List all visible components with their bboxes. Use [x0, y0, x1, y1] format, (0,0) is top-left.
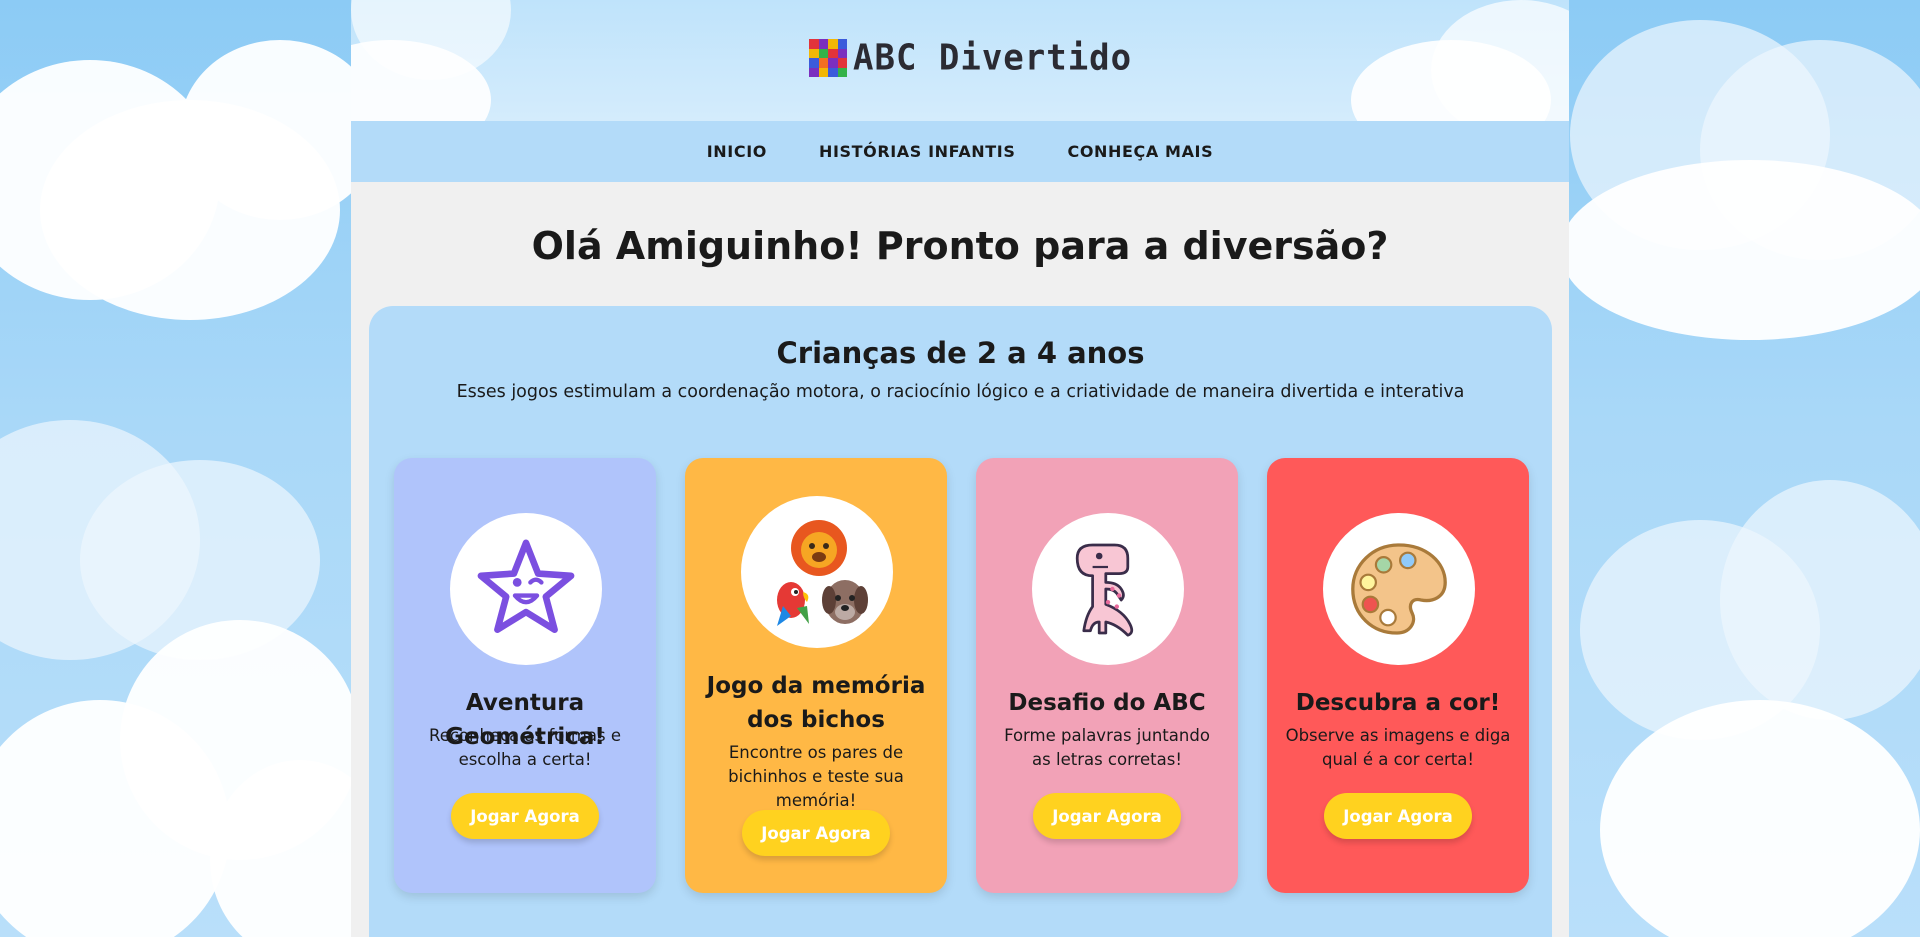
dinosaur-icon [1075, 543, 1134, 637]
game-card-aventura-geometrica: Aventura Geométrica! Reconheça as formas… [394, 458, 656, 893]
logo-text: ABC Divertido [853, 37, 1133, 79]
nav-item-conheca-mais[interactable]: CONHEÇA MAIS [1068, 142, 1214, 161]
star-face-icon [477, 539, 575, 633]
card-icon-circle [741, 496, 893, 648]
card-description: Encontre os pares de bichinhos e teste s… [728, 743, 904, 810]
games-section: Crianças de 2 a 4 anos Esses jogos estim… [369, 306, 1552, 937]
play-button[interactable]: Jogar Agora [1033, 793, 1181, 839]
card-description: Reconheça as formas e escolha a certa! [428, 726, 622, 769]
animals-icon [777, 520, 868, 626]
site-logo[interactable]: ABC Divertido [809, 37, 1133, 79]
main-page: ABC Divertido INICIO HISTÓRIAS INFANTIS … [351, 0, 1569, 937]
nav-item-historias-infantis[interactable]: HISTÓRIAS INFANTIS [819, 142, 1016, 161]
logo-mark-icon [809, 39, 847, 77]
game-card-desafio-abc: Desafio do ABC Forme palavras juntando a… [976, 458, 1238, 893]
game-card-memoria-bichos: Jogo da memória dos bichos Encontre os p… [685, 458, 947, 893]
site-header: ABC Divertido [351, 0, 1569, 121]
play-button[interactable]: Jogar Agora [742, 810, 890, 856]
card-title: Desafio do ABC [1008, 690, 1206, 716]
section-description: Esses jogos estimulam a coordenação moto… [456, 382, 1465, 402]
game-card-descubra-cor: Descubra a cor! Observe as imagens e dig… [1267, 458, 1529, 893]
section-title: Crianças de 2 a 4 anos [776, 336, 1145, 370]
play-button[interactable]: Jogar Agora [1324, 793, 1472, 839]
page-title: Olá Amiguinho! Pronto para a diversão? [531, 224, 1389, 268]
nav-item-inicio[interactable]: INICIO [707, 142, 767, 161]
palette-icon [1351, 543, 1447, 635]
play-button[interactable]: Jogar Agora [451, 793, 599, 839]
card-icon-circle [1323, 513, 1475, 665]
card-description: Forme palavras juntando as letras corret… [1004, 726, 1210, 769]
card-icon-circle [1032, 513, 1184, 665]
card-description: Observe as imagens e diga qual é a cor c… [1285, 726, 1511, 769]
card-icon-circle [450, 513, 602, 665]
main-nav: INICIO HISTÓRIAS INFANTIS CONHEÇA MAIS [351, 121, 1569, 182]
card-title: Descubra a cor! [1295, 690, 1501, 716]
card-title: Jogo da memória dos bichos [706, 673, 926, 733]
